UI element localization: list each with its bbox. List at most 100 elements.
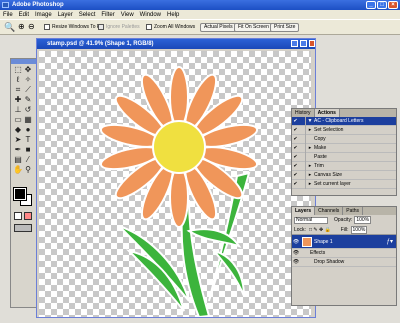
menu-view[interactable]: View <box>121 12 134 18</box>
path-selection-tool-icon[interactable]: ➤ <box>13 135 23 145</box>
layer-effect-drop-shadow[interactable]: 👁 Drop Shadow <box>292 258 396 267</box>
ignore-palettes-checkbox[interactable] <box>98 24 104 30</box>
print-size-button[interactable]: Print Size <box>270 23 300 32</box>
flower-artwork <box>99 66 259 317</box>
expand-arrow-icon[interactable]: ▸ <box>306 126 314 135</box>
action-row[interactable]: ✔ ▸ Make <box>292 143 396 153</box>
dodge-tool-icon[interactable]: ● <box>23 125 33 135</box>
action-row[interactable]: ✔ ▸ Set Selection <box>292 125 396 135</box>
fit-on-screen-button[interactable]: Fit On Screen <box>234 23 273 32</box>
minimize-icon[interactable]: _ <box>366 1 376 9</box>
eye-icon[interactable]: 👁 <box>292 249 300 258</box>
history-brush-tool-icon[interactable]: ↺ <box>23 105 33 115</box>
zoom-all-checkbox[interactable] <box>146 24 152 30</box>
tab-layers[interactable]: Layers <box>292 207 316 215</box>
tab-channels[interactable]: Channels <box>315 207 344 215</box>
actual-pixels-button[interactable]: Actual Pixels <box>200 23 237 32</box>
action-checkmark-icon[interactable]: ✔ <box>292 153 299 162</box>
magic-wand-tool-icon[interactable]: ✧ <box>23 75 33 85</box>
eye-icon[interactable]: 👁 <box>292 235 300 249</box>
photoshop-app-icon <box>2 2 9 8</box>
doc-maximize-icon[interactable] <box>300 40 307 47</box>
type-tool-icon[interactable]: T <box>23 135 33 145</box>
document-title[interactable]: stamp.psd @ 41.9% (Shape 1, RGB/8) <box>37 39 315 49</box>
action-label: Paste <box>314 153 327 160</box>
quick-mask-mode-icon[interactable] <box>24 212 32 220</box>
standard-mode-icon[interactable] <box>14 212 22 220</box>
canvas[interactable] <box>39 51 311 317</box>
menu-image[interactable]: Image <box>35 12 52 18</box>
lock-label: Lock: <box>294 226 306 233</box>
brush-tool-icon[interactable]: ✎ <box>23 95 33 105</box>
lock-icons[interactable]: □ ✎ ✥ 🔒 <box>309 227 331 233</box>
expand-arrow-icon[interactable]: ▼ <box>306 117 314 126</box>
action-label: Copy <box>314 135 326 142</box>
menu-window[interactable]: Window <box>140 12 161 18</box>
opacity-input[interactable]: 100% <box>354 216 372 224</box>
menu-select[interactable]: Select <box>79 12 96 18</box>
menu-bar: File Edit Image Layer Select Filter View… <box>0 10 400 19</box>
layer-row-shape-1[interactable]: 👁 Shape 1 ƒ▾ <box>292 235 396 249</box>
move-tool-icon[interactable]: ✥ <box>23 65 33 75</box>
blur-tool-icon[interactable]: ◆ <box>13 125 23 135</box>
expand-arrow-icon[interactable]: ▸ <box>306 180 314 189</box>
expand-arrow-icon[interactable]: ▸ <box>306 162 314 171</box>
zoom-all-label: Zoom All Windows <box>154 24 196 30</box>
lasso-tool-icon[interactable]: ℓ <box>13 75 23 85</box>
healing-brush-tool-icon[interactable]: ✚ <box>13 95 23 105</box>
menu-help[interactable]: Help <box>167 12 179 18</box>
resize-windows-checkbox[interactable] <box>44 24 50 30</box>
menu-file[interactable]: File <box>3 12 13 18</box>
action-checkmark-icon[interactable]: ✔ <box>292 171 299 180</box>
action-checkmark-icon[interactable]: ✔ <box>292 144 299 153</box>
eye-icon[interactable]: 👁 <box>292 258 300 267</box>
menu-layer[interactable]: Layer <box>58 12 73 18</box>
title-bar: Adobe Photoshop _ □ × <box>0 0 400 10</box>
layer-name: Shape 1 <box>314 238 333 245</box>
app-title: Adobe Photoshop <box>12 2 64 8</box>
marquee-tool-icon[interactable]: ⬚ <box>13 65 23 75</box>
action-checkmark-icon[interactable]: ✔ <box>292 162 299 171</box>
action-row[interactable]: ✔ ▸ Set current layer <box>292 179 396 189</box>
hand-tool-icon[interactable]: ✋ <box>13 165 23 175</box>
action-checkmark-icon[interactable]: ✔ <box>292 126 299 135</box>
clone-stamp-tool-icon[interactable]: ⊥ <box>13 105 23 115</box>
action-checkmark-icon[interactable]: ✔ <box>292 135 299 144</box>
pen-tool-icon[interactable]: ✒ <box>13 145 23 155</box>
layers-palette: Layers Channels Paths Normal Opacity: 10… <box>291 206 397 306</box>
fill-input[interactable]: 100% <box>350 225 368 234</box>
maximize-icon[interactable]: □ <box>377 1 387 9</box>
resize-windows-label: Resize Windows To Fit <box>52 24 103 30</box>
notes-tool-icon[interactable]: ▤ <box>13 155 23 165</box>
menu-edit[interactable]: Edit <box>19 12 29 18</box>
zoom-tool-box-icon[interactable]: ⚲ <box>23 165 33 175</box>
action-checkmark-icon[interactable]: ✔ <box>292 180 299 189</box>
effects-label: Effects <box>310 249 326 256</box>
eraser-tool-icon[interactable]: ▭ <box>13 115 23 125</box>
menu-filter[interactable]: Filter <box>101 12 114 18</box>
drop-shadow-label: Drop Shadow <box>314 258 345 265</box>
slice-tool-icon[interactable]: ⟋ <box>23 85 33 95</box>
shape-tool-icon[interactable]: ■ <box>23 145 33 155</box>
document-window: stamp.psd @ 41.9% (Shape 1, RGB/8) <box>36 38 316 318</box>
doc-minimize-icon[interactable] <box>291 40 298 47</box>
gradient-tool-icon[interactable]: ▦ <box>23 115 33 125</box>
blend-mode-select[interactable]: Normal <box>294 216 328 224</box>
doc-close-icon[interactable] <box>309 40 315 47</box>
crop-tool-icon[interactable]: ⌗ <box>13 85 23 95</box>
action-label: Canvas Size <box>314 171 343 178</box>
tab-paths[interactable]: Paths <box>343 207 364 215</box>
expand-arrow-icon[interactable]: ▸ <box>306 171 314 180</box>
foreground-color-swatch[interactable] <box>13 187 27 201</box>
expand-arrow-icon[interactable]: ▸ <box>306 144 314 153</box>
effects-icon[interactable]: ƒ▾ <box>387 235 393 249</box>
layer-thumbnail <box>302 236 312 247</box>
zoom-out-icon[interactable]: ⊖ <box>28 22 35 31</box>
ignore-palettes-label: Ignore Palettes <box>106 24 140 30</box>
action-checkmark-icon[interactable]: ✔ <box>292 117 299 126</box>
eyedropper-tool-icon[interactable]: ⁄ <box>23 155 33 165</box>
screen-mode-icon[interactable] <box>14 224 32 232</box>
zoom-tool-icon[interactable]: 🔍 <box>4 22 15 33</box>
zoom-in-icon[interactable]: ⊕ <box>18 22 25 31</box>
close-icon[interactable]: × <box>388 1 398 9</box>
